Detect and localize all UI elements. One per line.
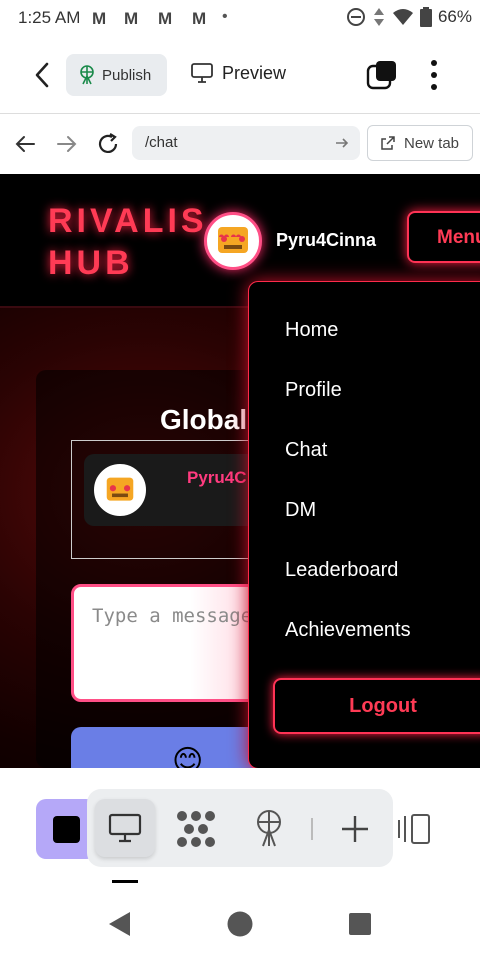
menu-button[interactable]: Menu [407, 211, 480, 263]
columns-icon[interactable] [396, 812, 432, 846]
desktop-view-button[interactable] [95, 799, 155, 857]
tab-indicator [112, 880, 138, 883]
emoji-icon: 😊 [172, 745, 204, 768]
go-arrow-icon[interactable] [334, 135, 350, 151]
robot-heart-eyes-icon [218, 227, 248, 253]
external-link-icon [381, 136, 395, 150]
android-back-icon[interactable] [106, 910, 132, 938]
back-arrow-icon[interactable] [30, 60, 56, 90]
dots-grid-icon[interactable] [176, 810, 216, 848]
emoji-button[interactable] [71, 727, 271, 768]
android-home-icon[interactable] [226, 910, 254, 938]
new-tab-label: New tab [404, 134, 460, 152]
message-username[interactable]: Pyru4C [187, 468, 247, 488]
editor-toolbar: Publish Preview [0, 36, 480, 114]
robot-heart-eyes-icon [106, 477, 134, 501]
plus-icon[interactable] [340, 814, 370, 844]
nav-item-home[interactable]: Home [285, 319, 338, 342]
nav-item-leaderboard[interactable]: Leaderboard [285, 559, 398, 582]
url-text: /chat [145, 134, 178, 151]
android-nav-bar [0, 886, 480, 960]
new-tab-button[interactable]: New tab [367, 125, 473, 161]
bottom-dock [0, 768, 480, 886]
gmail-notification-icon: M [92, 9, 107, 28]
nav-item-achievements[interactable]: Achievements [285, 619, 411, 642]
status-bar: 1:25 AM M M M M • 66% [0, 0, 480, 36]
preview-button[interactable]: Preview [190, 62, 286, 84]
data-arrows-icon [373, 8, 384, 26]
status-right: 66% [346, 7, 472, 27]
dock-divider [311, 818, 313, 840]
gmail-notification-icon: M [124, 9, 139, 28]
wifi-icon [392, 9, 413, 25]
antenna-icon [80, 65, 94, 85]
reload-icon[interactable] [96, 132, 120, 156]
nav-item-dm[interactable]: DM [285, 499, 316, 522]
status-dot: • [222, 8, 228, 25]
square-app-icon [53, 816, 80, 843]
message-input[interactable]: Type a message [71, 584, 271, 702]
battery-percent: 66% [437, 7, 472, 26]
site-logo[interactable]: RIVALIS HUB [48, 200, 208, 284]
dnd-icon [346, 8, 365, 26]
monitor-icon [191, 63, 213, 83]
chat-title: Global [160, 404, 248, 435]
logo-line2: HUB [48, 244, 134, 282]
message-avatar[interactable] [94, 464, 146, 516]
tabs-switcher-icon[interactable] [366, 60, 398, 90]
publish-button[interactable]: Publish [66, 54, 167, 96]
logo-line1: RIVALIS [48, 202, 208, 240]
antenna-icon[interactable] [252, 808, 286, 848]
url-input[interactable]: /chat [132, 126, 360, 160]
nav-item-chat[interactable]: Chat [285, 439, 327, 462]
publish-label: Publish [102, 66, 152, 84]
nav-forward-icon[interactable] [56, 134, 78, 154]
logout-button[interactable]: Logout [273, 678, 480, 734]
header-username: Pyru4Cinna [276, 230, 377, 250]
status-time: 1:25 AM [18, 8, 81, 27]
more-options-icon[interactable] [422, 58, 446, 92]
nav-back-icon[interactable] [14, 134, 36, 154]
nav-item-profile[interactable]: Profile [285, 379, 342, 402]
gmail-notification-icon: M [158, 9, 173, 28]
web-viewport: RIVALIS HUB Pyru4Cinna Menu Global Pyru4… [0, 174, 480, 768]
gmail-notification-icon: M [192, 9, 207, 28]
android-recents-icon[interactable] [348, 912, 372, 936]
battery-icon [419, 7, 432, 27]
url-bar: /chat New tab [0, 114, 480, 174]
preview-label: Preview [222, 62, 287, 83]
desktop-icon [108, 813, 142, 843]
nav-dropdown: Home Profile Chat DM Leaderboard Achieve… [248, 281, 480, 768]
user-avatar[interactable] [204, 212, 262, 270]
